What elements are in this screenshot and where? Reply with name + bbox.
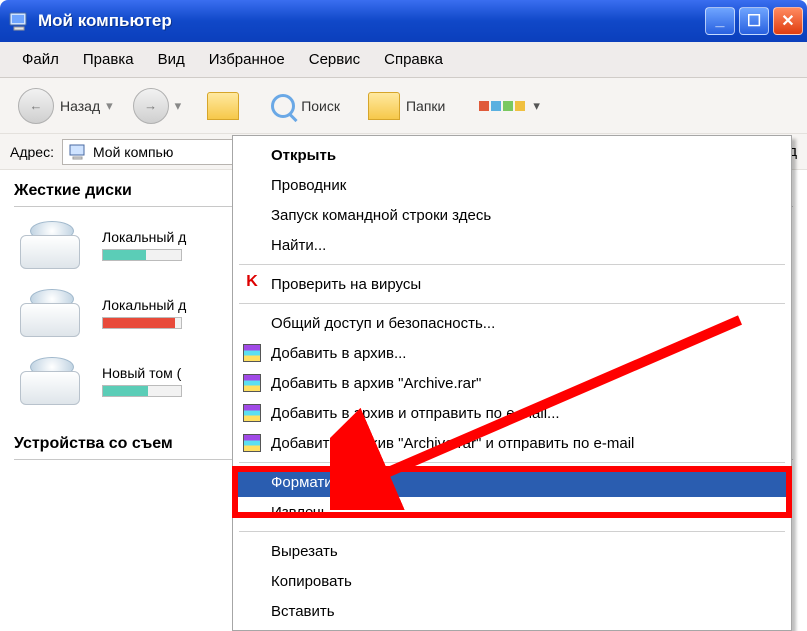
- back-button[interactable]: ← Назад ▾: [10, 84, 121, 128]
- ctx-rar-email[interactable]: Добавить в архив и отправить по e-mail..…: [235, 398, 789, 428]
- ctx-format[interactable]: Форматировать...: [235, 467, 789, 497]
- menu-file[interactable]: Файл: [10, 45, 71, 74]
- back-label: Назад: [60, 98, 100, 114]
- winrar-icon: [243, 434, 261, 452]
- search-icon: [271, 94, 295, 118]
- folders-button[interactable]: Папки: [360, 88, 453, 124]
- context-menu: Открыть Проводник Запуск командной строк…: [232, 135, 792, 631]
- menubar: Файл Правка Вид Избранное Сервис Справка: [0, 42, 807, 78]
- separator: [239, 531, 785, 532]
- usage-bar: [102, 317, 182, 329]
- menu-edit[interactable]: Правка: [71, 45, 146, 74]
- address-label: Адрес:: [10, 144, 54, 160]
- chevron-down-icon: ▾: [175, 98, 182, 114]
- hard-drive-icon: [20, 289, 84, 337]
- titlebar: Мой компьютер _ ☐ ✕: [0, 0, 807, 42]
- minimize-button[interactable]: _: [705, 7, 735, 35]
- ctx-open[interactable]: Открыть: [235, 140, 789, 170]
- winrar-icon: [243, 404, 261, 422]
- views-icon: [479, 101, 525, 111]
- chevron-down-icon: ▾: [533, 98, 540, 114]
- chevron-down-icon: ▾: [106, 98, 113, 114]
- ctx-copy[interactable]: Копировать: [235, 566, 789, 596]
- usage-bar: [102, 385, 182, 397]
- my-computer-icon: [69, 144, 87, 160]
- ctx-rar-add[interactable]: Добавить в архив...: [235, 338, 789, 368]
- up-button[interactable]: [199, 88, 247, 124]
- ctx-rar-named-email[interactable]: Добавить в архив "Archive.rar" и отправи…: [235, 428, 789, 458]
- separator: [239, 264, 785, 265]
- search-label: Поиск: [301, 98, 340, 114]
- ctx-eject[interactable]: Извлечь: [235, 497, 789, 527]
- menu-help[interactable]: Справка: [372, 45, 455, 74]
- window-title: Мой компьютер: [38, 11, 701, 31]
- views-button[interactable]: ▾: [471, 94, 548, 118]
- separator: [239, 462, 785, 463]
- ctx-rar-add-named[interactable]: Добавить в архив "Archive.rar": [235, 368, 789, 398]
- ctx-explorer[interactable]: Проводник: [235, 170, 789, 200]
- my-computer-icon: [8, 10, 30, 32]
- separator: [239, 303, 785, 304]
- hard-drive-icon: [20, 357, 84, 405]
- ctx-cut[interactable]: Вырезать: [235, 536, 789, 566]
- toolbar: ← Назад ▾ → ▾ Поиск Папки ▾: [0, 78, 807, 134]
- drive-label: Локальный д: [102, 297, 186, 313]
- usage-bar: [102, 249, 182, 261]
- menu-view[interactable]: Вид: [146, 45, 197, 74]
- drive-label: Новый том (: [102, 365, 182, 381]
- menu-favorites[interactable]: Избранное: [197, 45, 297, 74]
- kaspersky-icon: K: [243, 275, 261, 293]
- maximize-button[interactable]: ☐: [739, 7, 769, 35]
- search-button[interactable]: Поиск: [263, 90, 348, 122]
- ctx-antivirus[interactable]: KПроверить на вирусы: [235, 269, 789, 299]
- back-arrow-icon: ←: [18, 88, 54, 124]
- winrar-icon: [243, 344, 261, 362]
- forward-button[interactable]: → ▾: [125, 84, 190, 128]
- forward-arrow-icon: →: [133, 88, 169, 124]
- folders-icon: [368, 92, 400, 120]
- hard-drive-icon: [20, 221, 84, 269]
- drive-label: Локальный д: [102, 229, 186, 245]
- ctx-paste[interactable]: Вставить: [235, 596, 789, 626]
- folders-label: Папки: [406, 98, 445, 114]
- winrar-icon: [243, 374, 261, 392]
- folder-up-icon: [207, 92, 239, 120]
- menu-tools[interactable]: Сервис: [297, 45, 372, 74]
- close-button[interactable]: ✕: [773, 7, 803, 35]
- address-value: Мой компью: [93, 144, 173, 160]
- ctx-sharing[interactable]: Общий доступ и безопасность...: [235, 308, 789, 338]
- ctx-cmd-here[interactable]: Запуск командной строки здесь: [235, 200, 789, 230]
- ctx-find[interactable]: Найти...: [235, 230, 789, 260]
